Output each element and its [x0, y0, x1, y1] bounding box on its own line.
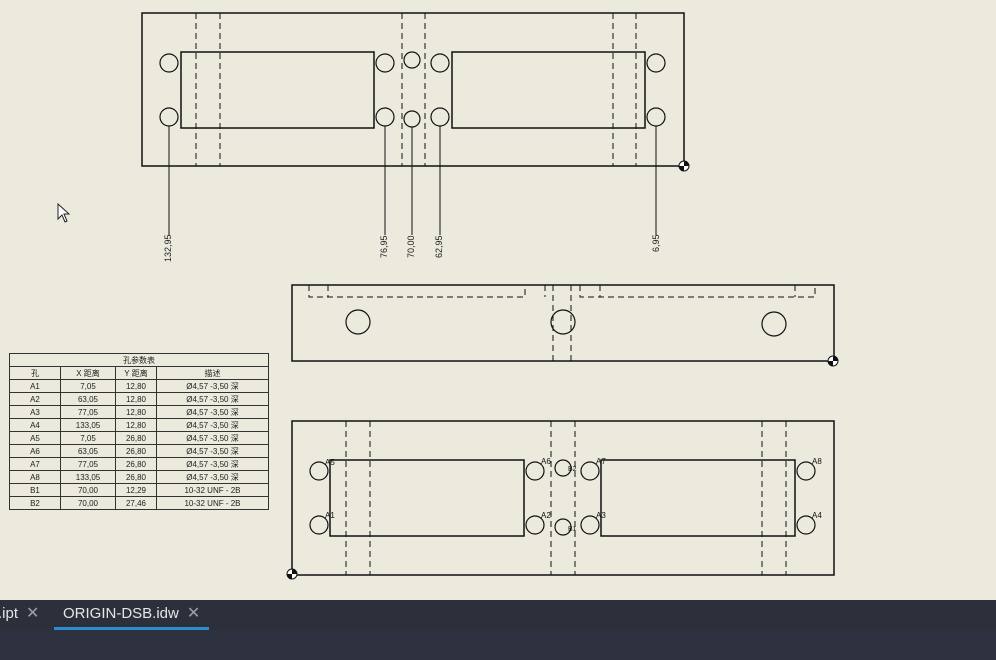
table-cell: 10-32 UNF - 2B [156, 483, 269, 497]
table-cell: A4 [9, 418, 61, 432]
table-cell: 77,05 [60, 405, 116, 419]
close-icon[interactable]: ✕ [187, 605, 200, 622]
table-header: X 距离 [60, 366, 116, 380]
tab-ipt[interactable]: .ipt ✕ [0, 600, 39, 630]
table-cell: A8 [9, 470, 61, 484]
table-cell: 63,05 [60, 444, 116, 458]
dimension-label[interactable]: 132,95 [163, 234, 173, 262]
tag-b1: B1 [568, 526, 577, 533]
table-header: 描述 [156, 366, 269, 380]
tag-a3: A3 [596, 511, 606, 520]
table-cell: Ø4,57 -3,50 深 [156, 379, 269, 393]
bottom-view-hidden-lines [345, 421, 787, 575]
table-cell: A3 [9, 405, 61, 419]
table-cell: A5 [9, 431, 61, 445]
table-cell: 7,05 [60, 379, 116, 393]
table-cell: Ø4,57 -3,50 深 [156, 405, 269, 419]
table-cell: B2 [9, 496, 61, 510]
bottom-view-holes [309, 459, 816, 536]
table-cell: B1 [9, 483, 61, 497]
drawing-sheet[interactable]: A5 A1 A6 A2 B2 B1 A7 A3 A8 A4 132,95 76,… [0, 0, 996, 600]
top-view-outline [141, 12, 685, 167]
table-cell: 133,05 [60, 418, 116, 432]
table-cell: 12,29 [115, 483, 157, 497]
tab-label: .ipt [0, 605, 19, 622]
tag-a2: A2 [541, 511, 551, 520]
table-cell: Ø4,57 -3,50 深 [156, 470, 269, 484]
table-row[interactable]: B1 70,00 12,29 10-32 UNF - 2B [9, 483, 269, 497]
table-cell: Ø4,57 -3,50 深 [156, 392, 269, 406]
status-bar [0, 630, 996, 660]
table-cell: 12,80 [115, 392, 157, 406]
hole-tags: A5 A1 A6 A2 B2 B1 A7 A3 A8 A4 [325, 457, 822, 533]
dimension-label[interactable]: 76,95 [379, 235, 389, 258]
table-row[interactable]: A3 77,05 12,80 Ø4,57 -3,50 深 [9, 405, 269, 419]
bottom-view-pocket-right [600, 459, 796, 537]
table-cell: 12,80 [115, 379, 157, 393]
top-view-pocket-left [180, 51, 375, 129]
table-cell: 70,00 [60, 483, 116, 497]
top-view-hidden-lines [195, 13, 637, 166]
tag-a8: A8 [812, 457, 822, 466]
tag-a1: A1 [325, 511, 335, 520]
table-row[interactable]: A5 7,05 26,80 Ø4,57 -3,50 深 [9, 431, 269, 445]
close-icon[interactable]: ✕ [26, 605, 39, 622]
front-view-holes [345, 309, 787, 337]
dimension-leaders [168, 126, 657, 235]
hole-parameter-table[interactable]: 孔参数表 孔 X 距离 Y 距离 描述 A1 7,05 12,80 Ø4,57 -3,… [9, 353, 269, 510]
dimension-label[interactable]: 6,95 [651, 234, 661, 252]
tab-origin-dsb-idw[interactable]: ORIGIN-DSB.idw ✕ [54, 600, 210, 630]
table-cell: 27,46 [115, 496, 157, 510]
tag-a4: A4 [812, 511, 822, 520]
table-header: 孔 [9, 366, 61, 380]
table-cell: 26,80 [115, 444, 157, 458]
table-cell: Ø4,57 -3,50 深 [156, 444, 269, 458]
tab-label: ORIGIN-DSB.idw [63, 605, 179, 622]
table-cell: A1 [9, 379, 61, 393]
table-header: Y 距离 [115, 366, 157, 380]
table-row[interactable]: B2 70,00 27,46 10-32 UNF - 2B [9, 496, 269, 510]
dimension-label[interactable]: 70,00 [406, 235, 416, 258]
table-cell: 77,05 [60, 457, 116, 471]
table-row[interactable]: A2 63,05 12,80 Ø4,57 -3,50 深 [9, 392, 269, 406]
table-cell: 26,80 [115, 457, 157, 471]
table-cell: A6 [9, 444, 61, 458]
bottom-view-pocket-left [329, 459, 525, 537]
tag-b2: B2 [568, 466, 577, 473]
table-cell: 26,80 [115, 470, 157, 484]
tag-a5: A5 [325, 458, 335, 467]
table-cell: 10-32 UNF - 2B [156, 496, 269, 510]
table-title: 孔参数表 [9, 353, 269, 367]
drawing-canvas: A5 A1 A6 A2 B2 B1 A7 A3 A8 A4 [141, 12, 839, 580]
table-row[interactable]: A1 7,05 12,80 Ø4,57 -3,50 深 [9, 379, 269, 393]
front-view-outline [291, 284, 835, 362]
table-cell: 63,05 [60, 392, 116, 406]
table-cell: 7,05 [60, 431, 116, 445]
table-cell: Ø4,57 -3,50 深 [156, 418, 269, 432]
table-row[interactable]: A7 77,05 26,80 Ø4,57 -3,50 深 [9, 457, 269, 471]
top-view-holes [159, 51, 666, 128]
mouse-pointer-icon [57, 203, 71, 223]
table-cell: 70,00 [60, 496, 116, 510]
table-row[interactable]: A4 133,05 12,80 Ø4,57 -3,50 深 [9, 418, 269, 432]
table-cell: Ø4,57 -3,50 深 [156, 457, 269, 471]
table-cell: A2 [9, 392, 61, 406]
table-cell: 12,80 [115, 405, 157, 419]
table-cell: Ø4,57 -3,50 深 [156, 431, 269, 445]
table-row[interactable]: A6 63,05 26,80 Ø4,57 -3,50 深 [9, 444, 269, 458]
table-cell: 133,05 [60, 470, 116, 484]
top-view-pocket-right [451, 51, 646, 129]
table-cell: 26,80 [115, 431, 157, 445]
tag-a6: A6 [541, 457, 551, 466]
tag-a7: A7 [596, 457, 606, 466]
table-row[interactable]: A8 133,05 26,80 Ø4,57 -3,50 深 [9, 470, 269, 484]
table-cell: 12,80 [115, 418, 157, 432]
dimension-label[interactable]: 62,95 [434, 235, 444, 258]
bottom-view-outline [291, 420, 835, 576]
front-view-hidden-lines [308, 285, 816, 361]
table-cell: A7 [9, 457, 61, 471]
document-tab-bar: .ipt ✕ ORIGIN-DSB.idw ✕ [0, 600, 996, 630]
